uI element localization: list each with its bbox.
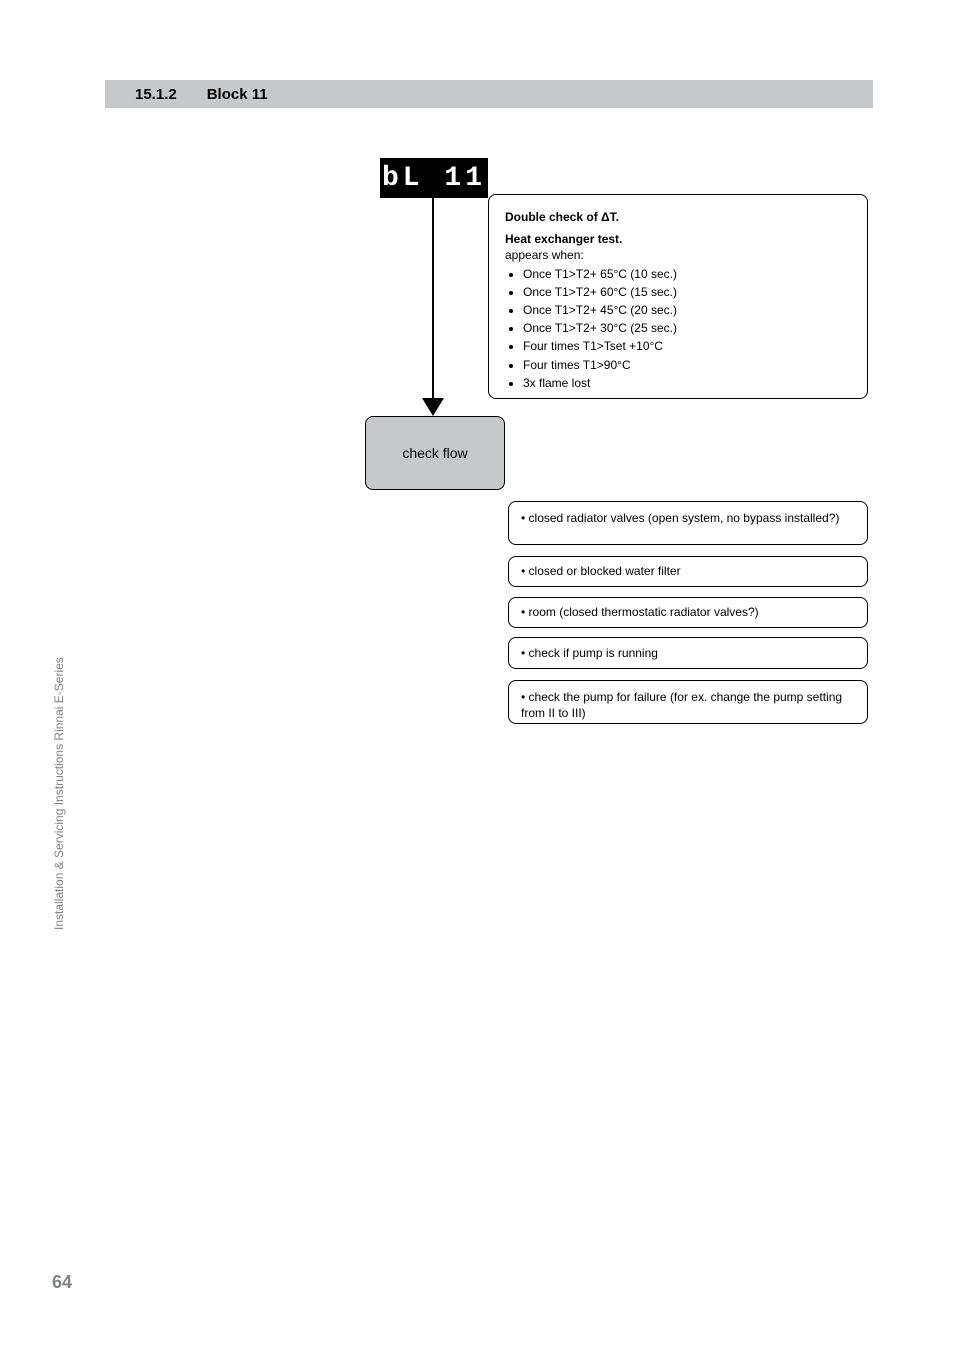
list-item: Once T1>T2+ 45°C (20 sec.) (523, 302, 851, 318)
cause-box: • closed radiator valves (open system, n… (508, 501, 868, 545)
cause-box: • check the pump for failure (for ex. ch… (508, 680, 868, 724)
cause-text: • closed or blocked water filter (521, 563, 681, 579)
flow-check-label: check flow (402, 445, 467, 461)
cause-box: • check if pump is running (508, 637, 868, 669)
arrow-head-icon (422, 398, 444, 416)
section-header: 15.1.2 Block 11 (105, 80, 873, 108)
list-item: Once T1>T2+ 60°C (15 sec.) (523, 284, 851, 300)
segment-display: bL 11 (380, 158, 488, 198)
list-item: Four times T1>90°C (523, 357, 851, 373)
section-title: Block 11 (207, 86, 268, 103)
side-document-title: Installation & Servicing Instructions Ri… (52, 630, 72, 930)
cause-text: • closed radiator valves (open system, n… (521, 511, 839, 525)
info-title-suffix: T. (610, 210, 619, 224)
info-box: Double check of ΔT. Heat exchanger test.… (488, 194, 868, 399)
flow-check-box: check flow (365, 416, 505, 490)
cause-text: • check the pump for failure (for ex. ch… (521, 690, 842, 720)
info-list: Once T1>T2+ 65°C (10 sec.) Once T1>T2+ 6… (505, 266, 851, 391)
info-title: Double check of ΔT. (505, 209, 851, 225)
page-number: 64 (52, 1272, 72, 1293)
delta-symbol: Δ (601, 210, 610, 224)
info-list-intro: appears when: (505, 247, 851, 263)
arrow-line (432, 198, 434, 398)
list-item: Once T1>T2+ 65°C (10 sec.) (523, 266, 851, 282)
info-subtitle: Heat exchanger test. (505, 231, 851, 247)
cause-text: • check if pump is running (521, 645, 658, 661)
list-item: 3x flame lost (523, 375, 851, 391)
section-number: 15.1.2 (135, 86, 177, 103)
cause-box: • room (closed thermostatic radiator val… (508, 597, 868, 628)
list-item: Once T1>T2+ 30°C (25 sec.) (523, 320, 851, 336)
list-item: Four times T1>Tset +10°C (523, 338, 851, 354)
cause-text: • room (closed thermostatic radiator val… (521, 604, 759, 620)
cause-box: • closed or blocked water filter (508, 556, 868, 587)
info-title-prefix: Double check of (505, 210, 601, 224)
segment-display-text: bL 11 (382, 163, 486, 194)
